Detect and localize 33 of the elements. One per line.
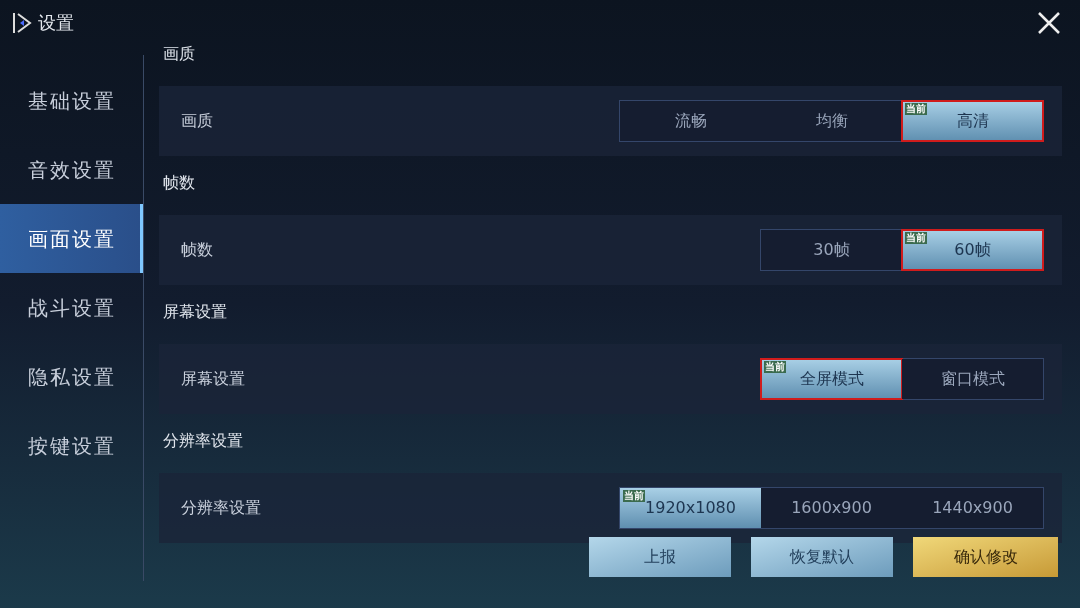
action-button[interactable]: 确认修改 xyxy=(913,537,1058,577)
current-badge: 当前 xyxy=(905,232,927,244)
sidebar-item[interactable]: 按键设置 xyxy=(0,411,143,480)
action-button[interactable]: 恢复默认 xyxy=(751,537,893,577)
action-button[interactable]: 上报 xyxy=(589,537,731,577)
section-title: 屏幕设置 xyxy=(162,302,228,323)
section-title: 帧数 xyxy=(162,173,196,194)
option-button[interactable]: 当前 60帧 xyxy=(902,230,1043,270)
sidebar-item[interactable]: 战斗设置 xyxy=(0,273,143,342)
section-title: 画质 xyxy=(162,44,196,65)
option-button[interactable]: 窗口模式 xyxy=(902,359,1043,399)
option-button[interactable]: 流畅 xyxy=(620,101,761,141)
option-button[interactable]: 30帧 xyxy=(761,230,902,270)
section-title: 分辨率设置 xyxy=(162,431,244,452)
setting-label: 分辨率设置 xyxy=(181,497,261,519)
sidebar-item[interactable]: 基础设置 xyxy=(0,66,143,135)
option-button[interactable]: 当前 高清 xyxy=(902,101,1043,141)
setting-label: 屏幕设置 xyxy=(181,368,245,390)
option-button[interactable]: 均衡 xyxy=(761,101,902,141)
sidebar-item[interactable]: 音效设置 xyxy=(0,135,143,204)
option-button[interactable]: 1600x900 xyxy=(761,488,902,528)
current-badge: 当前 xyxy=(764,361,786,373)
window-title: 设置 xyxy=(38,11,74,35)
setting-label: 帧数 xyxy=(181,239,213,261)
close-icon[interactable] xyxy=(1037,10,1061,35)
current-badge: 当前 xyxy=(623,490,645,502)
setting-label: 画质 xyxy=(181,110,213,132)
option-button[interactable]: 当前 1920x1080 xyxy=(620,488,761,528)
option-button[interactable]: 1440x900 xyxy=(902,488,1043,528)
option-button[interactable]: 当前 全屏模式 xyxy=(761,359,902,399)
sidebar-item[interactable]: 画面设置 xyxy=(0,204,143,273)
current-badge: 当前 xyxy=(905,103,927,115)
sidebar-item[interactable]: 隐私设置 xyxy=(0,342,143,411)
